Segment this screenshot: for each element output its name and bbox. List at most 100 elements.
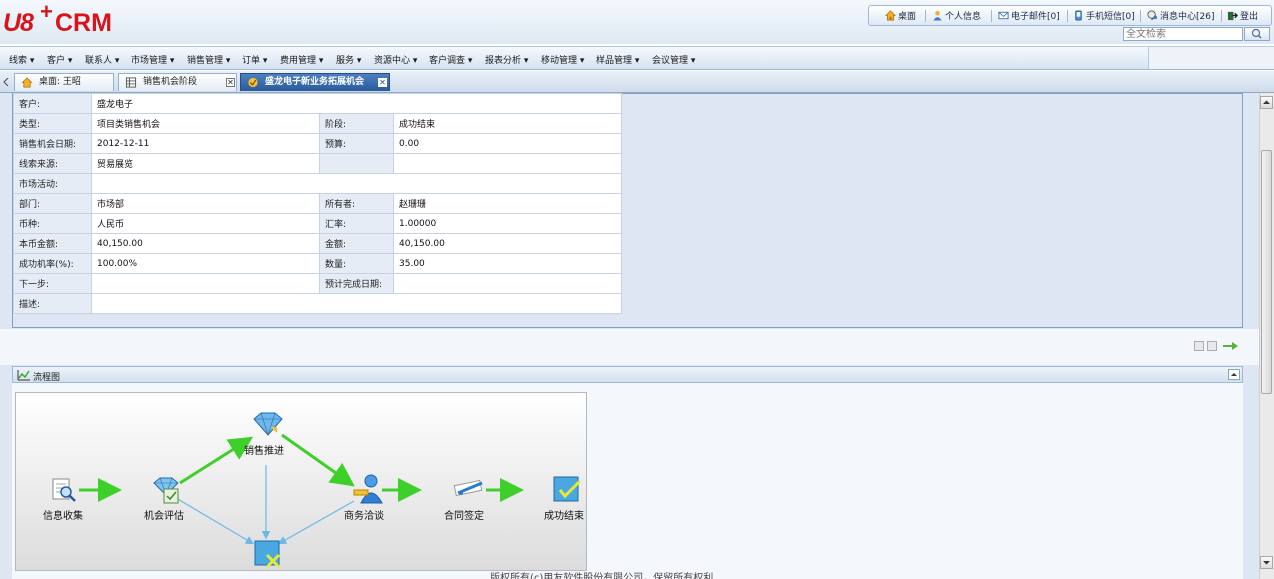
field-label [319,153,394,174]
menu-mobile[interactable]: 移动管理 ▾ [541,53,584,66]
menu-customers[interactable]: 客户 ▾ [47,53,72,66]
menubar-spacer [1148,46,1274,70]
failure-end-icon [254,540,281,569]
field-label: 币种: [13,213,92,234]
flowchart-header: 流程图 [12,366,1243,383]
arrow-down-icon [1263,561,1270,565]
tab-scroll-left-icon[interactable] [3,78,9,86]
contract-signing-icon [453,479,483,497]
menu-marketing[interactable]: 市场管理 ▾ [131,53,174,66]
edge-evaluate-failure [175,497,255,545]
node-label-evaluate[interactable]: 机会评估 [144,507,184,522]
node-label-info[interactable]: 信息收集 [43,507,83,522]
flowchart-canvas: 信息收集 机会评估 销售推进 商务洽谈 合同签定 成功结束 [15,392,587,571]
field-label: 类型: [13,113,92,134]
menu-leads[interactable]: 线索 ▾ [9,53,34,66]
search-icon [1251,28,1262,39]
node-label-contract[interactable]: 合同签定 [444,507,484,522]
field-value: 成功结束 [393,113,622,134]
detail-row: 客户: 盛龙电子 [13,93,622,114]
field-value: 盛龙电子 [91,93,622,114]
search-input[interactable] [1123,27,1243,41]
field-label: 预算: [319,133,394,154]
app-header: U8 + CRM 桌面 个人信息 电子邮件[0] 手机短信[0] 消息中心[26… [0,0,1274,44]
node-label-success[interactable]: 成功结束 [544,507,584,522]
mail-icon [998,11,1009,20]
field-value [91,273,320,294]
menu-surveys[interactable]: 客户调查 ▾ [429,53,472,66]
tab-desktop[interactable]: 桌面: 王昭 [14,73,114,91]
detail-row: 线索来源: 贸易展览 [13,153,622,174]
opportunity-detail-table: 客户: 盛龙电子 类型: 项目类销售机会 阶段: 成功结束 销售机会日期: 2012-12-1… [13,93,622,314]
sales-promotion-icon [253,412,283,436]
field-value: 0.00 [393,133,622,154]
detail-row: 描述: [13,293,622,314]
collapse-up-icon[interactable] [1228,369,1240,380]
detail-row: 本币金额: 40,150.00 金额: 40,150.00 [13,233,622,254]
user-icon [933,10,942,21]
toplink-messages[interactable]: 消息中心[26] [1147,10,1214,22]
main-menu: 线索 ▾ 客户 ▾ 联系人 ▾ 市场管理 ▾ 销售管理 ▾ 订单 ▾ 费用管理 … [0,46,1148,70]
menu-resources[interactable]: 资源中心 ▾ [374,53,417,66]
field-label: 下一步: [13,273,92,294]
scroll-down-button[interactable] [1260,556,1273,569]
tab-sales-stage[interactable]: 销售机会阶段 ✕ [118,73,237,91]
message-icon [1147,10,1158,21]
edge-negotiate-failure [277,500,355,545]
toplink-profile[interactable]: 个人信息 [932,10,981,22]
field-value: 40,150.00 [393,233,622,254]
info-collection-icon [52,478,76,502]
field-value [393,153,622,174]
menu-meetings[interactable]: 会议管理 ▾ [652,53,695,66]
field-label: 部门: [13,193,92,214]
menu-contacts[interactable]: 联系人 ▾ [85,53,119,66]
toplink-logout[interactable]: 登出 [1227,10,1258,22]
edge-promote-negotiate [281,433,355,487]
toplink-sms[interactable]: 手机短信[0] [1073,10,1135,22]
expand-icon[interactable] [1194,341,1204,351]
toplink-desktop[interactable]: 桌面 [885,10,916,22]
detail-row: 销售机会日期: 2012-12-11 预算: 0.00 [13,133,622,154]
scroll-thumb[interactable] [1261,150,1272,394]
field-label: 销售机会日期: [13,133,92,154]
node-label-negotiate[interactable]: 商务洽谈 [344,507,384,522]
detail-row: 市场活动: [13,173,622,194]
grid-icon [125,77,137,88]
opportunity-evaluation-icon [153,477,179,504]
close-icon[interactable]: ✕ [226,78,235,87]
top-links-bar: 桌面 个人信息 电子邮件[0] 手机短信[0] 消息中心[26] 登出 [868,5,1272,26]
collapse-icon[interactable] [1207,341,1217,351]
tab-opportunity[interactable]: 盛龙电子新业务拓展机会 ✕ [240,73,390,91]
flowchart-title: 流程图 [33,373,61,383]
field-label: 汇率: [319,213,394,234]
field-label: 成功机率(%): [13,253,92,274]
field-label: 线索来源: [13,153,92,174]
field-label: 阶段: [319,113,394,134]
menu-reports[interactable]: 报表分析 ▾ [485,53,528,66]
node-label-promote[interactable]: 销售推进 [244,442,284,457]
detail-row: 币种: 人民币 汇率: 1.00000 [13,213,622,234]
field-label: 金额: [319,233,394,254]
toplink-email[interactable]: 电子邮件[0] [998,10,1060,22]
flowchart-edges [79,433,524,545]
field-value: 人民币 [91,213,320,234]
panel-tools [1194,341,1242,351]
menu-service[interactable]: 服务 ▾ [336,53,361,66]
edge-evaluate-promote [179,436,254,485]
field-value: 1.00000 [393,213,622,234]
search-button[interactable] [1244,27,1270,41]
scroll-up-button[interactable] [1260,96,1273,109]
panel-footer [0,329,1259,365]
field-value: 40,150.00 [91,233,320,254]
next-arrow-icon[interactable] [1222,340,1240,352]
detail-row: 部门: 市场部 所有者: 赵珊珊 [13,193,622,214]
menu-samples[interactable]: 样品管理 ▾ [596,53,639,66]
field-value: 项目类销售机会 [91,113,320,134]
home-icon [885,10,896,21]
menu-expenses[interactable]: 费用管理 ▾ [280,53,323,66]
field-value: 2012-12-11 [91,133,320,154]
close-icon[interactable]: ✕ [378,78,387,87]
field-value [393,273,622,294]
menu-orders[interactable]: 订单 ▾ [242,53,267,66]
menu-sales[interactable]: 销售管理 ▾ [187,53,230,66]
